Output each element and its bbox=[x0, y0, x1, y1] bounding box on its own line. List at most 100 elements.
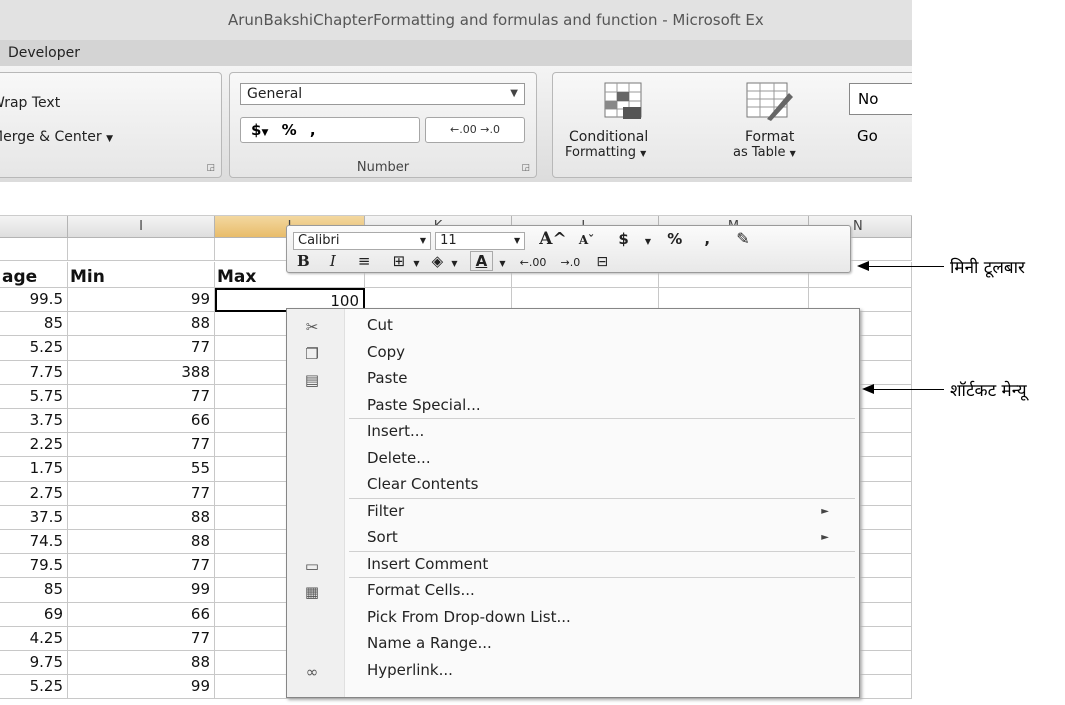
min-cell[interactable]: 55 bbox=[68, 457, 215, 482]
normal-cell-style[interactable]: No bbox=[849, 83, 912, 115]
min-cell[interactable]: 88 bbox=[68, 505, 215, 530]
wrap-text-button[interactable]: Wrap Text bbox=[0, 95, 60, 111]
menu-item-cut[interactable]: ✂ Cut bbox=[287, 313, 859, 338]
column-header-h[interactable] bbox=[0, 216, 68, 238]
average-cell[interactable]: 4.25 bbox=[0, 626, 68, 651]
min-cell[interactable]: 77 bbox=[68, 384, 215, 409]
average-cell[interactable]: 74.5 bbox=[0, 530, 68, 555]
italic-button[interactable]: I bbox=[330, 252, 336, 270]
min-cell[interactable]: 99 bbox=[68, 675, 215, 700]
average-cell[interactable]: 69 bbox=[0, 602, 68, 627]
conditional-formatting-button[interactable]: Conditional bbox=[569, 129, 648, 145]
min-cell[interactable]: 77 bbox=[68, 626, 215, 651]
min-cell[interactable]: 77 bbox=[68, 554, 215, 579]
min-cell[interactable]: 66 bbox=[68, 409, 215, 434]
menu-item-copy[interactable]: ❐ Copy bbox=[287, 340, 859, 365]
average-cell[interactable]: 2.75 bbox=[0, 481, 68, 506]
borders-icon[interactable]: ⊞ bbox=[393, 252, 406, 270]
currency-button[interactable]: $ bbox=[251, 121, 261, 139]
comma-button[interactable]: , bbox=[704, 230, 710, 248]
center-align-icon[interactable]: ≡ bbox=[358, 252, 371, 270]
excel-window: ArunBakshiChapterFormatting and formulas… bbox=[0, 0, 912, 705]
min-cell[interactable]: 88 bbox=[68, 530, 215, 555]
increase-decimal-icon[interactable]: ←.00 bbox=[520, 256, 547, 269]
decrease-decimal-icon[interactable]: →.0 bbox=[561, 256, 581, 269]
average-cell[interactable]: 37.5 bbox=[0, 505, 68, 530]
mini-toolbar: Calibri ▼ 11 ▼ A^ Aˇ $ ▼ % , ✎ B I ≡ ⊞ ▼ ◈… bbox=[286, 225, 851, 273]
min-cell[interactable]: 77 bbox=[68, 481, 215, 506]
bold-button[interactable]: B bbox=[297, 252, 310, 270]
menu-item-label: Paste bbox=[367, 369, 408, 387]
chevron-down-icon: ▼ bbox=[644, 237, 652, 246]
chevron-down-icon: ▼ bbox=[419, 235, 426, 245]
menu-item-hyperlink[interactable]: ∞ Hyperlink... bbox=[287, 658, 859, 683]
number-format-dropdown[interactable]: General ▼ bbox=[240, 83, 525, 105]
conditional-formatting-icon[interactable] bbox=[593, 79, 655, 127]
average-cell[interactable]: 5.25 bbox=[0, 675, 68, 700]
menu-item-filter[interactable]: Filter ► bbox=[287, 499, 859, 524]
average-cell[interactable]: 5.75 bbox=[0, 384, 68, 409]
average-cell[interactable]: 79.5 bbox=[0, 554, 68, 579]
increase-decimal-button[interactable]: ←.00 bbox=[450, 123, 477, 136]
formula-bar-area bbox=[0, 182, 912, 216]
min-cell[interactable]: 88 bbox=[68, 651, 215, 676]
column-header-i[interactable]: I bbox=[68, 216, 215, 238]
min-cell[interactable]: 99 bbox=[68, 578, 215, 603]
min-cell[interactable]: 388 bbox=[68, 360, 215, 385]
decrease-decimal-label: .0 bbox=[489, 123, 500, 136]
decrease-decimal-button[interactable]: →.0 bbox=[480, 123, 500, 136]
cell[interactable] bbox=[68, 238, 215, 261]
menu-item-label: Copy bbox=[367, 342, 406, 361]
comma-button[interactable]: , bbox=[310, 121, 316, 139]
format-as-table-button[interactable]: Format bbox=[745, 129, 794, 145]
currency-button[interactable]: $ bbox=[618, 230, 628, 248]
alignment-group: Wrap Text Merge & Center ▼ ◲ bbox=[0, 72, 222, 178]
min-header[interactable]: Min bbox=[68, 262, 215, 288]
dialog-launcher-icon[interactable]: ◲ bbox=[521, 163, 530, 173]
menu-item-paste-special[interactable]: Paste Special... bbox=[287, 393, 859, 418]
min-cell[interactable]: 77 bbox=[68, 336, 215, 361]
min-cell[interactable]: 66 bbox=[68, 602, 215, 627]
menu-item-delete[interactable]: Delete... bbox=[287, 446, 859, 471]
average-cell[interactable]: 85 bbox=[0, 578, 68, 603]
average-header[interactable]: age bbox=[0, 262, 68, 288]
percent-button[interactable]: % bbox=[282, 121, 297, 139]
menu-item-format-cells[interactable]: ▦ Format Cells... bbox=[287, 578, 859, 603]
min-cell[interactable]: 88 bbox=[68, 312, 215, 337]
menu-item-paste[interactable]: ▤ Paste bbox=[287, 366, 859, 391]
average-cell[interactable]: 9.75 bbox=[0, 651, 68, 676]
menu-item-clear-contents[interactable]: Clear Contents bbox=[287, 472, 859, 497]
fill-color-icon[interactable]: ◈ bbox=[432, 252, 444, 270]
cell[interactable] bbox=[0, 238, 68, 261]
tab-developer[interactable]: Developer bbox=[8, 45, 80, 61]
good-cell-style[interactable]: Go bbox=[857, 127, 878, 145]
font-color-icon[interactable]: A bbox=[469, 251, 494, 271]
chevron-down-icon: ▼ bbox=[106, 134, 114, 144]
format-as-table-icon[interactable] bbox=[737, 79, 799, 127]
comment-icon: ▭ bbox=[304, 556, 320, 575]
ribbon-tab-row: Developer bbox=[0, 40, 912, 66]
menu-item-name-a-range[interactable]: Name a Range... bbox=[287, 631, 859, 656]
font-size-box[interactable]: 11 ▼ bbox=[435, 231, 526, 250]
average-cell[interactable]: 5.25 bbox=[0, 336, 68, 361]
format-painter-icon[interactable]: ✎ bbox=[736, 229, 749, 248]
grow-font-button[interactable]: A^ bbox=[539, 229, 566, 249]
menu-item-sort[interactable]: Sort ► bbox=[287, 525, 859, 550]
percent-button[interactable]: % bbox=[667, 230, 682, 248]
average-cell[interactable]: 85 bbox=[0, 312, 68, 337]
menu-item-pick-from-drop-down-list[interactable]: Pick From Drop-down List... bbox=[287, 605, 859, 630]
merge-center-button[interactable]: Merge & Center ▼ bbox=[0, 129, 113, 145]
average-cell[interactable]: 2.25 bbox=[0, 433, 68, 458]
average-cell[interactable]: 1.75 bbox=[0, 457, 68, 482]
dialog-launcher-icon[interactable]: ◲ bbox=[206, 163, 215, 173]
merge-cells-icon[interactable]: ⊟ bbox=[596, 254, 608, 270]
min-cell[interactable]: 99 bbox=[68, 288, 215, 313]
menu-item-insert-comment[interactable]: ▭ Insert Comment bbox=[287, 552, 859, 577]
average-cell[interactable]: 7.75 bbox=[0, 360, 68, 385]
font-name-box[interactable]: Calibri ▼ bbox=[293, 231, 431, 250]
menu-item-insert[interactable]: Insert... bbox=[287, 419, 859, 444]
average-cell[interactable]: 3.75 bbox=[0, 409, 68, 434]
average-cell[interactable]: 99.5 bbox=[0, 288, 68, 313]
min-cell[interactable]: 77 bbox=[68, 433, 215, 458]
shrink-font-button[interactable]: Aˇ bbox=[579, 233, 594, 247]
